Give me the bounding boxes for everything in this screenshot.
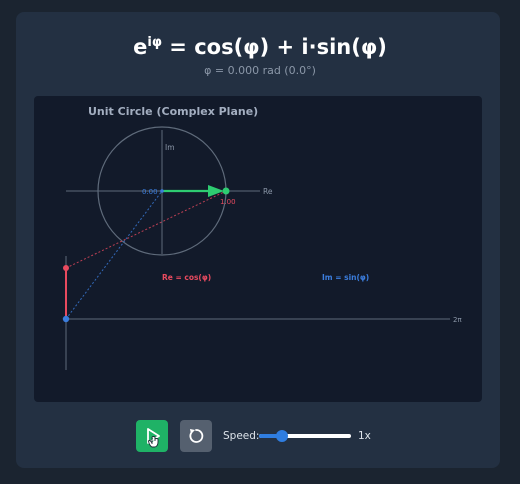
- title-exponent: iφ: [147, 35, 162, 50]
- im-legend: Im = sin(φ): [322, 273, 369, 282]
- visualization-canvas: Unit Circle (Complex Plane) Im Re 0.00 1…: [34, 96, 482, 402]
- sin-point: [62, 315, 70, 323]
- cos-point: [63, 265, 69, 271]
- speed-slider[interactable]: [259, 430, 351, 442]
- visualization-svg: Unit Circle (Complex Plane) Im Re 0.00 1…: [62, 105, 462, 370]
- angle-readout: φ = 0.000 rad (0.0°): [204, 64, 316, 77]
- vector-tip-point: [222, 187, 230, 195]
- point-value-label: 1.00: [220, 198, 236, 206]
- play-icon: [147, 428, 160, 448]
- speed-label: Speed:: [223, 430, 260, 442]
- reset-icon: [189, 429, 204, 443]
- im-axis-label: Im: [165, 143, 175, 152]
- vector-arrowhead: [208, 185, 224, 197]
- re-legend: Re = cos(φ): [162, 273, 211, 282]
- im-projection-line: [65, 190, 163, 320]
- reset-button[interactable]: [180, 420, 212, 452]
- speed-value: 1x: [358, 430, 371, 442]
- speed-slider-thumb[interactable]: [276, 430, 288, 442]
- re-projection-line: [65, 190, 227, 269]
- time-axis-end-label: 2π: [453, 316, 462, 324]
- origin-point: [160, 189, 164, 193]
- re-axis-label: Re: [263, 187, 273, 196]
- origin-value-label: 0.00: [142, 188, 158, 196]
- circle-title: Unit Circle (Complex Plane): [88, 105, 258, 118]
- play-button[interactable]: [136, 420, 168, 452]
- page-title: eiφ = cos(φ) + i·sin(φ): [133, 35, 387, 59]
